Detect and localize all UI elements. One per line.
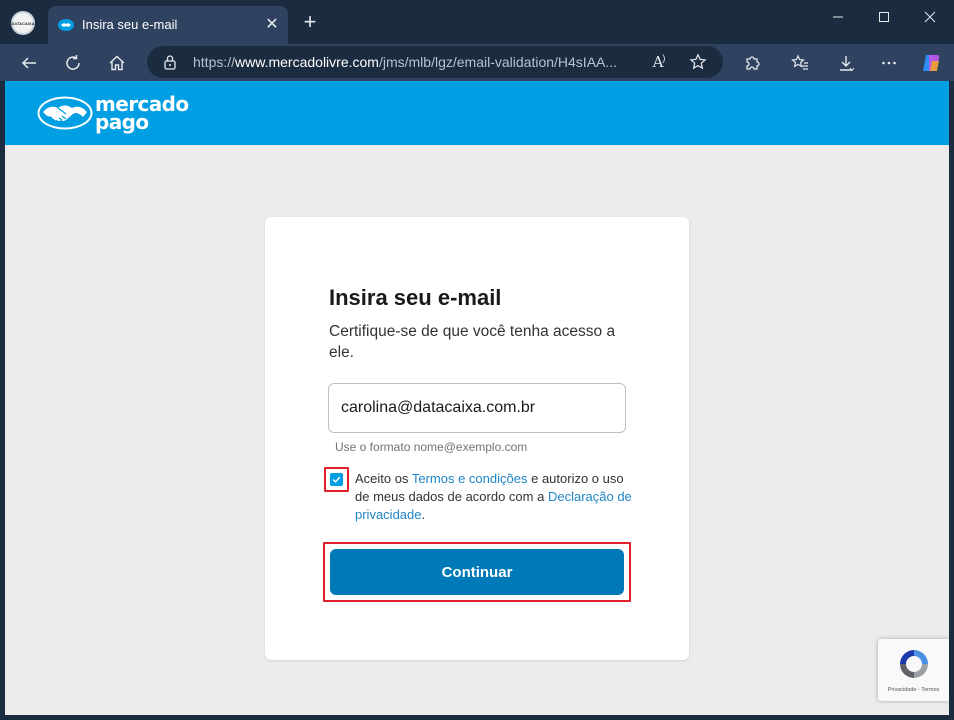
url-prefix: https:// [193,54,236,70]
profile-avatar[interactable]: DATACAIXA [11,11,35,35]
browser-toolbar: https://www.mercadolivre.com/jms/mlb/lgz… [0,44,954,81]
favorites-icon[interactable] [786,49,814,77]
lock-icon[interactable] [163,54,177,70]
back-icon[interactable] [15,49,43,77]
tab-title: Insira seu e-mail [82,17,178,32]
page-viewport: mercado pago Insira seu e-mail Certifiqu… [5,81,949,715]
home-icon[interactable] [103,49,131,77]
terms-checkbox[interactable] [330,473,343,486]
read-aloud-icon[interactable]: A) [649,52,669,72]
recaptcha-badge[interactable]: Privacidade - Termos [878,639,949,701]
url-text: https://www.mercadolivre.com/jms/mlb/lgz… [193,54,617,70]
extensions-icon[interactable] [738,49,766,77]
browser-titlebar: DATACAIXA Insira seu e-mail ✕ + [0,0,954,44]
url-host: www.mercadolivre.com [235,54,379,70]
terms-text: Aceito os Termos e condições e autorizo … [355,470,635,524]
copilot-icon[interactable] [917,49,945,77]
downloads-icon[interactable] [832,49,860,77]
continue-button[interactable]: Continuar [330,549,624,595]
continue-button-highlight: Continuar [323,542,631,602]
page-title: Insira seu e-mail [329,285,502,310]
email-hint: Use o formato nome@exemplo.com [335,440,528,454]
recaptcha-footer[interactable]: Privacidade - Termos [878,687,949,693]
brand-word-pago: pago [95,110,149,134]
url-path: /jms/mlb/lgz/email-validation/H4sIAA... [378,54,618,70]
tab-active[interactable]: Insira seu e-mail ✕ [48,6,288,44]
terms-text-part1: Aceito os [355,471,412,486]
email-input[interactable] [328,383,626,433]
form-subtitle: Certifique-se de que você tenha acesso a… [329,323,616,361]
close-window-icon[interactable] [917,10,943,32]
terms-conditions-link[interactable]: Termos e condições [412,471,528,486]
minimize-icon[interactable] [825,10,851,32]
recaptcha-logo-icon [900,650,928,678]
terms-checkbox-highlight [324,467,349,492]
favorite-star-icon[interactable] [688,52,708,72]
refresh-icon[interactable] [59,49,87,77]
checkmark-icon [332,476,341,483]
mercado-pago-header: mercado pago [5,81,949,145]
new-tab-icon[interactable]: + [298,11,322,35]
email-form-card: Insira seu e-mail Certifique-se de que v… [265,217,689,660]
maximize-icon[interactable] [871,10,897,32]
mercado-pago-favicon-icon [58,19,74,31]
mercado-pago-handshake-logo-icon[interactable] [36,95,94,131]
more-options-icon[interactable] [875,49,903,77]
tab-close-icon[interactable]: ✕ [262,15,282,35]
address-bar[interactable]: https://www.mercadolivre.com/jms/mlb/lgz… [147,46,723,78]
terms-text-part3: . [421,507,426,522]
